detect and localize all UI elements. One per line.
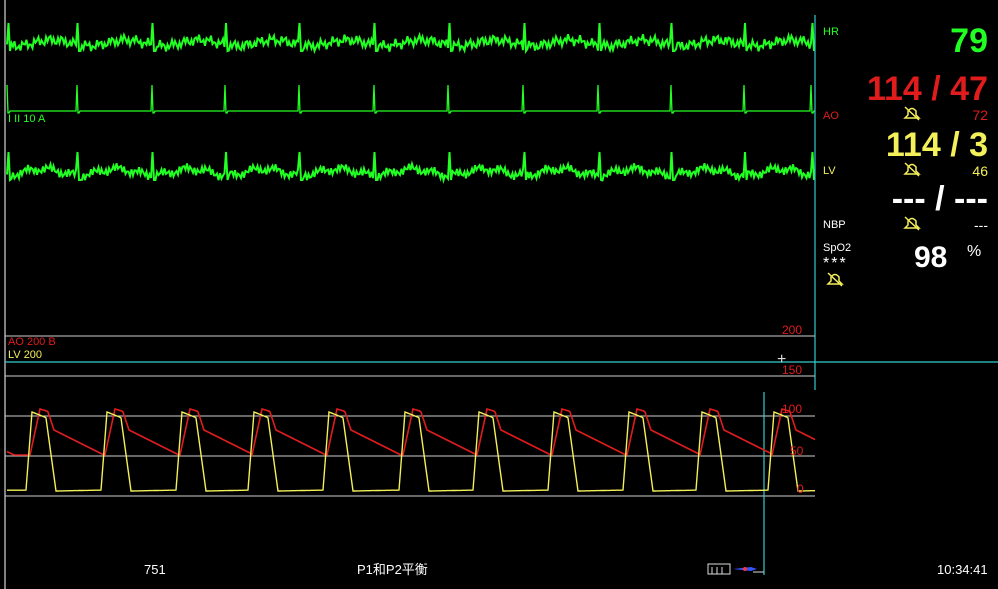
waveform-canvas	[4, 0, 998, 589]
spo2-quality: ***	[823, 255, 848, 272]
printer-icon[interactable]	[707, 562, 765, 576]
scale-0: 0	[797, 482, 804, 496]
lv-mean: 46	[972, 163, 988, 179]
nbp-alarm-off-icon	[903, 216, 921, 231]
spo2-alarm-off-icon	[826, 272, 844, 287]
hr-value: 79	[950, 22, 988, 60]
scale-50: 50	[790, 444, 804, 458]
ao-value: 114 / 47	[866, 70, 988, 108]
lv-alarm-off-icon	[903, 162, 921, 177]
cursor-cross-icon[interactable]: +	[777, 352, 786, 368]
lv-label: LV	[823, 165, 836, 177]
lv-scale-label: LV 200	[8, 349, 43, 361]
nbp-label: NBP	[823, 219, 846, 231]
scale-200: 200	[782, 323, 803, 337]
ao-label: AO	[823, 110, 839, 122]
ecg-lead-label: I II 10 A	[8, 113, 46, 125]
nbp-mean: ---	[974, 217, 988, 233]
ao-alarm-off-icon	[903, 106, 921, 121]
status-message: P1和P2平衡	[357, 562, 428, 577]
ecg-trace-1	[6, 22, 815, 55]
ecg-trace-3	[6, 151, 815, 185]
status-left-value: 751	[144, 562, 166, 577]
hr-label: HR	[823, 26, 839, 38]
ecg-trace-2	[6, 84, 815, 114]
spo2-label: SpO2	[823, 242, 852, 254]
scale-100: 100	[782, 402, 803, 416]
spo2-value: 98	[914, 241, 948, 274]
spo2-unit: %	[967, 243, 982, 260]
clock: 10:34:41	[937, 562, 988, 577]
lv-value: 114 / 3	[885, 126, 988, 164]
ao-mean: 72	[972, 107, 988, 123]
nbp-value: --- / ---	[891, 180, 988, 218]
ao-scale-label: AO 200 B	[8, 336, 56, 348]
